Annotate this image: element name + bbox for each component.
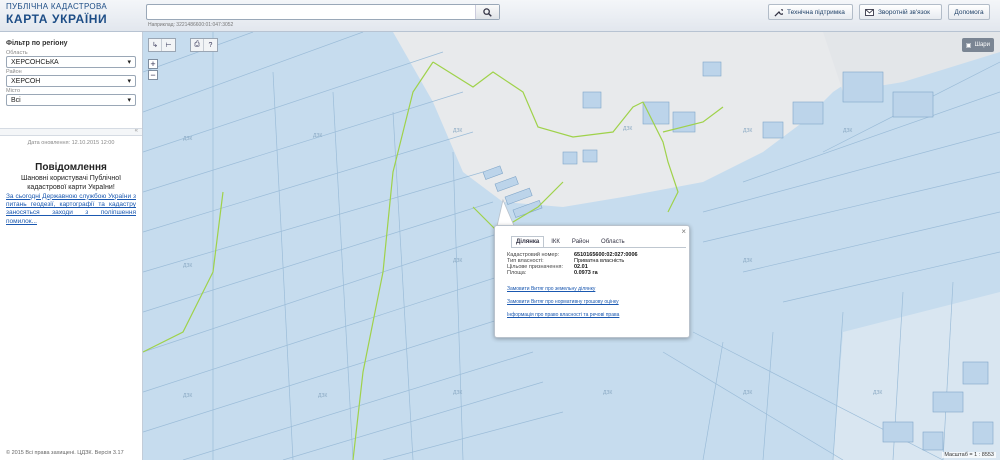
- update-date: Дата оновлення: 12.10.2015 12:00: [27, 140, 115, 146]
- wrench-icon: [774, 8, 783, 17]
- parcel-label: ДЗК: [183, 136, 192, 142]
- parcel-label: ДЗК: [453, 258, 462, 264]
- close-icon[interactable]: ×: [681, 227, 686, 236]
- ownership-info-link[interactable]: Інформація про право власності та речові…: [507, 312, 619, 318]
- parcel-label: ДЗК: [873, 390, 882, 396]
- info-row: Площа: 0.0973 га: [507, 270, 598, 276]
- map-view[interactable]: ДЗК ДЗК ДЗК ДЗК ДЗК ДЗК ДЗК ДЗК ДЗК ДЗК …: [143, 32, 1000, 460]
- message-link[interactable]: За сьогодні Державною службою України з …: [0, 193, 142, 227]
- help-button[interactable]: Допомога: [948, 4, 990, 20]
- layers-button[interactable]: ▣ Шари: [961, 38, 994, 52]
- logo-line2: КАРТА УКРАЇНИ: [6, 12, 108, 26]
- collapse-bar[interactable]: «: [0, 128, 142, 136]
- search-icon: [483, 7, 492, 17]
- zoom-out-button[interactable]: −: [148, 70, 158, 80]
- top-header: ПУБЛІЧНА КАДАСТРОВА КАРТА УКРАЇНИ Наприк…: [0, 0, 1000, 32]
- chevron-down-icon: ▾: [127, 78, 131, 85]
- info-key: Площа:: [507, 270, 527, 276]
- layers-icon: ▣: [965, 42, 972, 49]
- parcel-label: ДЗК: [843, 128, 852, 134]
- popup-tabs: Ділянка ІКК Район Область: [511, 236, 630, 247]
- info-tool-icon[interactable]: ?: [204, 39, 217, 51]
- parcel-label: ДЗК: [183, 263, 192, 269]
- order-valuation-link[interactable]: Замовити Витяг про нормативну грошову оц…: [507, 299, 619, 305]
- rayon-value: ХЕРСОН: [11, 77, 41, 85]
- parcel-label: ДЗК: [743, 258, 752, 264]
- collapse-icon: «: [134, 128, 138, 134]
- parcel-label: ДЗК: [623, 126, 632, 132]
- envelope-icon: [865, 8, 874, 16]
- tab-rayon[interactable]: Район: [567, 236, 594, 247]
- help-label: Допомога: [954, 8, 984, 16]
- parcel-label: ДЗК: [453, 390, 462, 396]
- tab-oblast[interactable]: Область: [596, 236, 630, 247]
- rayon-select[interactable]: ХЕРСОН ▾: [6, 75, 136, 87]
- info-value: 0.0973 га: [574, 270, 598, 276]
- misto-value: Всі: [11, 96, 21, 104]
- chevron-down-icon: ▾: [127, 59, 131, 66]
- left-sidebar: Фільтр по регіону Область ХЕРСОНСЬКА ▾ Ра…: [0, 32, 143, 460]
- tech-support-label: Технічна підтримка: [787, 8, 845, 16]
- layers-label: Шари: [974, 42, 990, 48]
- feedback-button[interactable]: Зворотній зв'язок: [859, 4, 942, 20]
- footer-copyright: © 2015 Всі права захищені. ЦДЗК. Версія …: [6, 450, 124, 456]
- filter-title: Фільтр по регіону: [6, 40, 68, 47]
- oblast-select[interactable]: ХЕРСОНСЬКА ▾: [6, 56, 136, 68]
- message-body: Шановні користувачі Публічної кадастрово…: [20, 175, 122, 191]
- map-toolbar-2: ⎙ ?: [190, 38, 218, 52]
- print-icon[interactable]: ⎙: [191, 39, 204, 51]
- tab-divider: [511, 247, 686, 248]
- search-box: [146, 4, 500, 20]
- parcel-label: ДЗК: [453, 128, 462, 134]
- tab-parcel[interactable]: Ділянка: [511, 236, 545, 247]
- misto-select[interactable]: Всі ▾: [6, 94, 136, 106]
- oblast-value: ХЕРСОНСЬКА: [11, 58, 59, 66]
- parcel-label: ДЗК: [313, 133, 322, 139]
- search-input[interactable]: [147, 5, 477, 19]
- parcel-label: ДЗК: [743, 390, 752, 396]
- parcel-label: ДЗК: [743, 128, 752, 134]
- measure-tool-icon[interactable]: ⊢: [162, 39, 175, 51]
- parcel-label: ДЗК: [183, 393, 192, 399]
- chevron-down-icon: ▾: [127, 97, 131, 104]
- map-scale: Масштаб = 1 : 8553: [942, 452, 996, 458]
- search-button[interactable]: [475, 5, 499, 19]
- zoom-in-button[interactable]: +: [148, 59, 158, 69]
- site-logo[interactable]: ПУБЛІЧНА КАДАСТРОВА КАРТА УКРАЇНИ: [6, 2, 108, 26]
- logo-line1: ПУБЛІЧНА КАДАСТРОВА: [6, 2, 107, 11]
- message-title: Повідомлення: [35, 162, 107, 173]
- parcel-label: ДЗК: [318, 393, 327, 399]
- parcel-label: ДЗК: [603, 390, 612, 396]
- parcel-info-popup: × Ділянка ІКК Район Область Кадастровий …: [494, 225, 690, 338]
- tab-ikk[interactable]: ІКК: [546, 236, 565, 247]
- order-extract-link[interactable]: Замовити Витяг про земельну ділянку: [507, 286, 595, 292]
- map-toolbar: ↳ ⊢: [148, 38, 176, 52]
- select-tool-icon[interactable]: ↳: [149, 39, 162, 51]
- tech-support-button[interactable]: Технічна підтримка: [768, 4, 853, 20]
- feedback-label: Зворотній зв'язок: [878, 8, 931, 16]
- region-filter: Фільтр по регіону Область ХЕРСОНСЬКА ▾ Ра…: [0, 32, 142, 128]
- search-example: Наприклад: 3221486600:01:047:3052: [148, 22, 234, 28]
